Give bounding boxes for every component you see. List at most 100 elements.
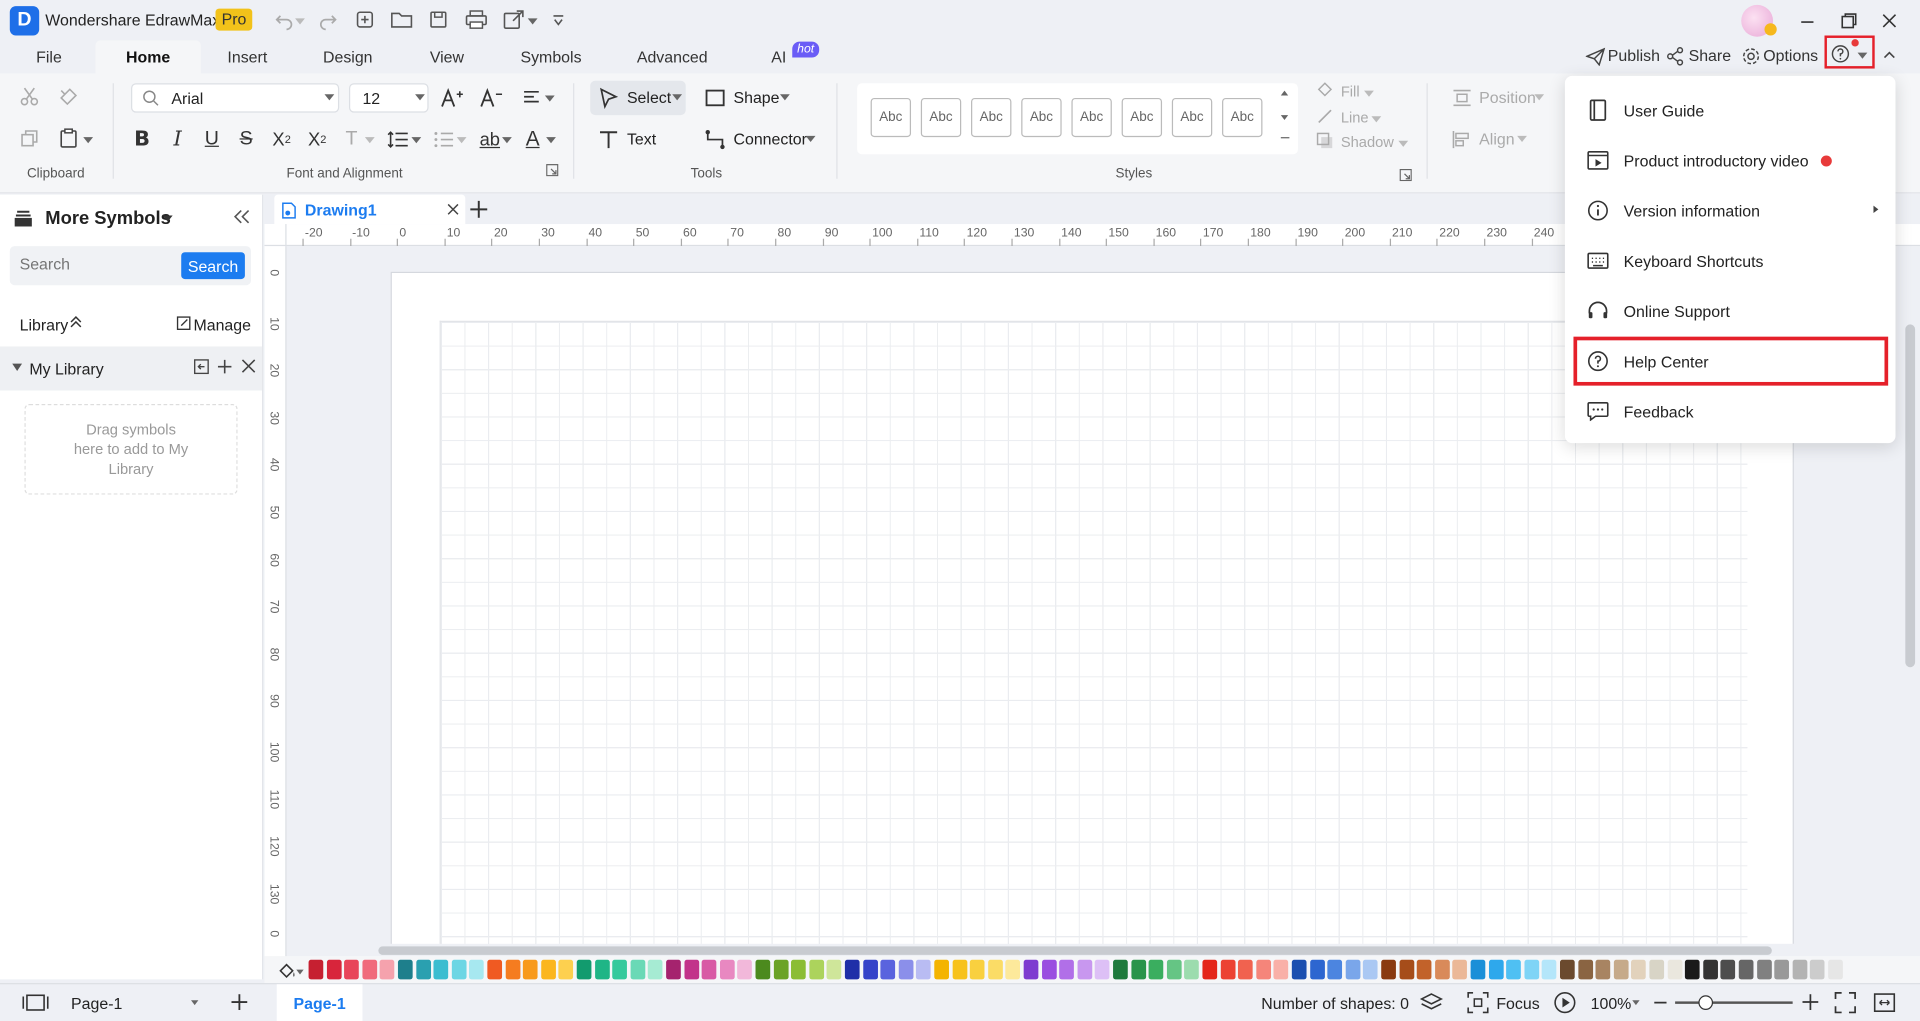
color-swatch[interactable] <box>970 959 985 980</box>
restore-icon[interactable] <box>1837 9 1861 33</box>
menu-item-feedback[interactable]: Feedback <box>1575 388 1886 435</box>
text-case-icon[interactable]: T <box>337 125 366 154</box>
copy-icon[interactable] <box>15 124 44 153</box>
style-sample[interactable]: Abc <box>1171 97 1213 138</box>
strikethrough-icon[interactable]: S <box>231 125 260 154</box>
color-swatch[interactable] <box>1273 959 1289 980</box>
color-swatch[interactable] <box>451 959 467 980</box>
tab-insert[interactable]: Insert <box>218 43 277 70</box>
cut-icon[interactable] <box>15 82 44 111</box>
color-swatch[interactable] <box>612 959 628 980</box>
text-align-dropdown-icon[interactable] <box>544 95 555 102</box>
bold-icon[interactable]: B <box>127 125 156 154</box>
color-swatch[interactable] <box>433 959 449 980</box>
color-swatch[interactable] <box>1291 959 1307 980</box>
align-label[interactable]: Align <box>1479 130 1514 148</box>
color-swatch[interactable] <box>540 959 556 980</box>
my-library-expand-icon[interactable] <box>12 363 23 371</box>
color-swatch[interactable] <box>1560 959 1575 980</box>
fill-color-dropdown-icon[interactable] <box>296 969 304 975</box>
color-swatch[interactable] <box>487 959 503 980</box>
focus-mode-button[interactable]: Focus <box>1496 994 1539 1012</box>
color-swatch[interactable] <box>1649 959 1665 980</box>
menu-item-user-guide[interactable]: User Guide <box>1575 87 1886 134</box>
style-sample[interactable]: Abc <box>1121 97 1163 138</box>
share-icon[interactable] <box>1663 44 1687 68</box>
color-swatch[interactable] <box>1434 959 1450 980</box>
color-swatch[interactable] <box>1506 959 1522 980</box>
color-swatch[interactable] <box>1363 959 1379 980</box>
tab-design[interactable]: Design <box>316 43 380 70</box>
print-icon[interactable] <box>464 7 488 31</box>
text-case-dropdown-icon[interactable] <box>364 137 375 144</box>
line-spacing-dropdown-icon[interactable] <box>411 137 422 144</box>
zoom-in-icon[interactable] <box>1802 994 1819 1010</box>
shape-dropdown-icon[interactable] <box>780 94 790 101</box>
gallery-scroll-down-icon[interactable] <box>1280 115 1289 120</box>
line-label[interactable]: Line <box>1341 109 1369 126</box>
color-swatch[interactable] <box>1685 959 1700 980</box>
help-question-icon[interactable] <box>1828 42 1852 66</box>
styles-launcher-icon[interactable] <box>1397 166 1414 183</box>
connector-tool-label[interactable]: Connector <box>733 130 806 148</box>
tab-symbols[interactable]: Symbols <box>514 43 587 70</box>
fill-color-picker-icon[interactable] <box>278 961 298 981</box>
undo-icon[interactable] <box>272 9 296 33</box>
fill-dropdown-icon[interactable] <box>1364 90 1374 97</box>
color-swatch[interactable] <box>737 959 753 980</box>
save-icon[interactable] <box>426 7 450 31</box>
color-swatch[interactable] <box>1148 959 1164 980</box>
line-dropdown-icon[interactable] <box>1371 116 1382 123</box>
color-swatch[interactable] <box>683 959 699 980</box>
shadow-icon[interactable] <box>1314 130 1336 152</box>
fullscreen-icon[interactable] <box>1873 992 1896 1014</box>
color-swatch[interactable] <box>1810 959 1825 980</box>
format-painter-icon[interactable] <box>54 82 83 111</box>
paste-icon[interactable] <box>54 124 83 153</box>
library-collapse-icon[interactable] <box>70 315 82 330</box>
decrease-font-icon[interactable] <box>476 83 505 112</box>
tab-ai[interactable]: AI <box>767 43 791 70</box>
collapse-ribbon-icon[interactable] <box>1877 43 1901 67</box>
style-sample[interactable]: Abc <box>1021 97 1062 138</box>
color-swatch[interactable] <box>1130 959 1146 980</box>
bullet-list-dropdown-icon[interactable] <box>456 137 467 144</box>
menu-item-online-support[interactable]: Online Support <box>1575 288 1886 335</box>
color-swatch[interactable] <box>1202 959 1218 980</box>
bullet-list-icon[interactable] <box>429 125 458 154</box>
publish-button[interactable]: Publish <box>1608 47 1660 65</box>
options-gear-icon[interactable] <box>1739 44 1763 68</box>
color-swatch[interactable] <box>952 959 967 980</box>
color-swatch[interactable] <box>1488 959 1504 980</box>
gallery-expand-icon[interactable] <box>1280 137 1290 146</box>
color-swatch[interactable] <box>1005 959 1021 980</box>
shadow-label[interactable]: Shadow <box>1341 133 1394 150</box>
play-presentation-icon[interactable] <box>1553 990 1577 1014</box>
font-name-select[interactable]: Arial <box>131 83 340 113</box>
position-dropdown-icon[interactable] <box>1534 94 1545 101</box>
color-swatch[interactable] <box>1524 959 1539 980</box>
fill-label[interactable]: Fill <box>1341 83 1360 100</box>
color-swatch[interactable] <box>1774 959 1790 980</box>
add-library-icon[interactable] <box>217 359 233 375</box>
color-swatch[interactable] <box>380 959 395 980</box>
zoom-out-icon[interactable] <box>1653 995 1668 1010</box>
export-dropdown-icon[interactable] <box>527 18 538 25</box>
color-swatch[interactable] <box>344 959 360 980</box>
symbol-search-input[interactable] <box>19 254 167 274</box>
color-swatch[interactable] <box>1720 959 1736 980</box>
align-dropdown-icon[interactable] <box>1517 135 1527 143</box>
position-icon[interactable] <box>1447 83 1476 112</box>
library-label[interactable]: Library <box>20 316 69 334</box>
color-swatch[interactable] <box>1345 959 1361 980</box>
menu-item-intro-video[interactable]: Product introductory video <box>1575 137 1886 184</box>
paste-dropdown-icon[interactable] <box>83 137 94 144</box>
italic-icon[interactable]: I <box>163 125 192 154</box>
color-swatch[interactable] <box>1095 959 1110 980</box>
connector-icon[interactable] <box>700 125 729 154</box>
new-document-tab-icon[interactable] <box>470 200 488 218</box>
tab-view[interactable]: View <box>422 43 471 70</box>
color-swatch[interactable] <box>880 959 896 980</box>
shadow-dropdown-icon[interactable] <box>1398 140 1409 147</box>
document-tab[interactable]: Drawing1 <box>274 194 466 225</box>
